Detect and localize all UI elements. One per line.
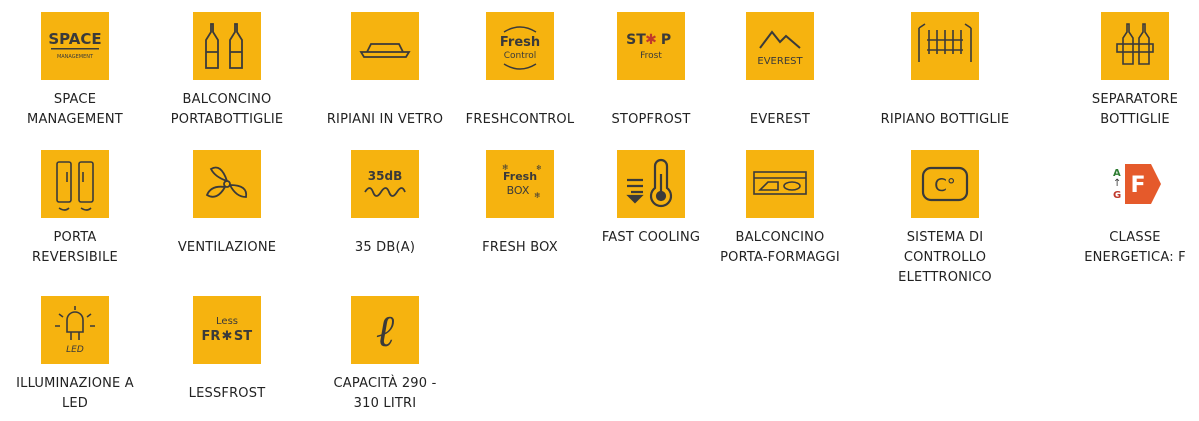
- feature-bottle-shelf: RIPIANO BOTTIGLIE: [880, 12, 1010, 130]
- feature-ventilation: VENTILAZIONE: [162, 150, 292, 258]
- feature-energy-class: A ↑ G F CLASSE ENERGETICA: F: [1070, 150, 1199, 268]
- bottles-balcony-icon: [193, 12, 261, 80]
- svg-text:F: F: [1130, 173, 1145, 198]
- svg-text:G: G: [1113, 190, 1121, 201]
- feature-label: STOPFROST: [611, 112, 691, 127]
- feature-label: CLASSE ENERGETICA: F: [1084, 230, 1186, 265]
- svg-text:✱: ✱: [645, 32, 657, 48]
- feature-fast-cooling: FAST COOLING: [586, 150, 716, 248]
- feature-label: 35 DB(A): [354, 240, 416, 255]
- svg-text:Control: Control: [504, 51, 537, 61]
- energy-class-icon: A ↑ G F: [1101, 150, 1169, 218]
- glass-shelf-icon: [351, 12, 419, 80]
- feature-label: EVEREST: [749, 112, 811, 127]
- feature-label: SISTEMA DI CONTROLLO ELETTRONICO: [898, 230, 992, 285]
- svg-text:C°: C°: [934, 175, 956, 196]
- svg-text:ℓ: ℓ: [376, 306, 395, 357]
- svg-text:FR: FR: [202, 329, 221, 344]
- svg-text:Fresh: Fresh: [500, 35, 540, 50]
- feature-label: SEPARATORE BOTTIGLIE: [1091, 92, 1179, 127]
- svg-text:LED: LED: [66, 345, 84, 355]
- feature-label: VENTILAZIONE: [177, 240, 277, 255]
- feature-label: SPACE MANAGEMENT: [27, 92, 123, 127]
- svg-text:↑: ↑: [1113, 178, 1121, 189]
- feature-label: LESSFROST: [188, 386, 266, 401]
- electronic-control-icon: C°: [911, 150, 979, 218]
- bottle-shelf-icon: [911, 12, 979, 80]
- feature-reversible-door: PORTA REVERSIBILE: [10, 150, 140, 268]
- feature-electronic-control: C° SISTEMA DI CONTROLLO ELETTRONICO: [880, 150, 1010, 288]
- svg-text:SPACE: SPACE: [48, 30, 101, 48]
- svg-text:ST: ST: [234, 329, 252, 344]
- reversible-door-icon: [41, 150, 109, 218]
- feature-bottles-balcony: BALCONCINO PORTABOTTIGLIE: [162, 12, 292, 130]
- fresh-box-icon: Fresh BOX ❄ ❄ ❄: [486, 150, 554, 218]
- svg-text:❄: ❄: [502, 163, 509, 172]
- svg-text:ST: ST: [626, 32, 646, 48]
- feature-label: CAPACITÀ 290 - 310 LITRI: [333, 376, 437, 411]
- capacity-icon: ℓ: [351, 296, 419, 364]
- feature-bottle-separator: SEPARATORE BOTTIGLIE: [1070, 12, 1199, 130]
- svg-text:35dB: 35dB: [368, 169, 402, 183]
- feature-less-frost: Less FR ✱ ST LESSFROST: [162, 296, 292, 404]
- feature-glass-shelf: RIPIANI IN VETRO: [320, 12, 450, 130]
- svg-text:❄: ❄: [534, 191, 541, 200]
- feature-label: RIPIANI IN VETRO: [326, 112, 444, 127]
- feature-stop-frost: ST ✱ P Frost STOPFROST: [586, 12, 716, 130]
- feature-label: RIPIANO BOTTIGLIE: [880, 112, 1010, 127]
- stop-frost-icon: ST ✱ P Frost: [617, 12, 685, 80]
- noise-35db-icon: 35dB: [351, 150, 419, 218]
- space-management-icon: SPACE MANAGEMENT: [41, 12, 109, 80]
- svg-text:✱: ✱: [222, 329, 233, 344]
- feature-space-management: SPACE MANAGEMENT SPACE MANAGEMENT: [10, 12, 140, 130]
- feature-capacity: ℓ CAPACITÀ 290 - 310 LITRI: [320, 296, 450, 414]
- feature-fresh-control: Fresh Control FRESHCONTROL: [455, 12, 585, 130]
- feature-label: FRESH BOX: [482, 240, 558, 255]
- cheese-balcony-icon: [746, 150, 814, 218]
- svg-text:MANAGEMENT: MANAGEMENT: [57, 54, 94, 60]
- fast-cooling-icon: [617, 150, 685, 218]
- fresh-control-icon: Fresh Control: [486, 12, 554, 80]
- svg-text:❄: ❄: [536, 164, 542, 172]
- fan-icon: [193, 150, 261, 218]
- less-frost-icon: Less FR ✱ ST: [193, 296, 261, 364]
- feature-fresh-box: Fresh BOX ❄ ❄ ❄ FRESH BOX: [455, 150, 585, 258]
- svg-text:BOX: BOX: [507, 184, 530, 197]
- feature-label: ILLUMINAZIONE A LED: [16, 376, 134, 411]
- feature-cheese-balcony: BALCONCINO PORTA-FORMAGGI: [715, 150, 845, 268]
- feature-noise-level: 35dB 35 DB(A): [320, 150, 450, 258]
- feature-led-light: LED ILLUMINAZIONE A LED: [10, 296, 140, 414]
- bottle-separator-icon: [1101, 12, 1169, 80]
- svg-text:Less: Less: [216, 316, 238, 327]
- features-grid: SPACE MANAGEMENT SPACE MANAGEMENT BALCON…: [0, 0, 1199, 421]
- svg-text:P: P: [661, 32, 671, 48]
- feature-label: FRESHCONTROL: [465, 112, 575, 127]
- svg-text:Frost: Frost: [640, 51, 662, 61]
- feature-label: BALCONCINO PORTA-FORMAGGI: [720, 230, 840, 265]
- svg-text:EVEREST: EVEREST: [757, 56, 803, 67]
- feature-everest: EVEREST EVEREST: [715, 12, 845, 130]
- feature-label: PORTA REVERSIBILE: [32, 230, 118, 265]
- feature-label: BALCONCINO PORTABOTTIGLIE: [170, 92, 284, 127]
- feature-label: FAST COOLING: [601, 230, 701, 245]
- everest-icon: EVEREST: [746, 12, 814, 80]
- led-light-icon: LED: [41, 296, 109, 364]
